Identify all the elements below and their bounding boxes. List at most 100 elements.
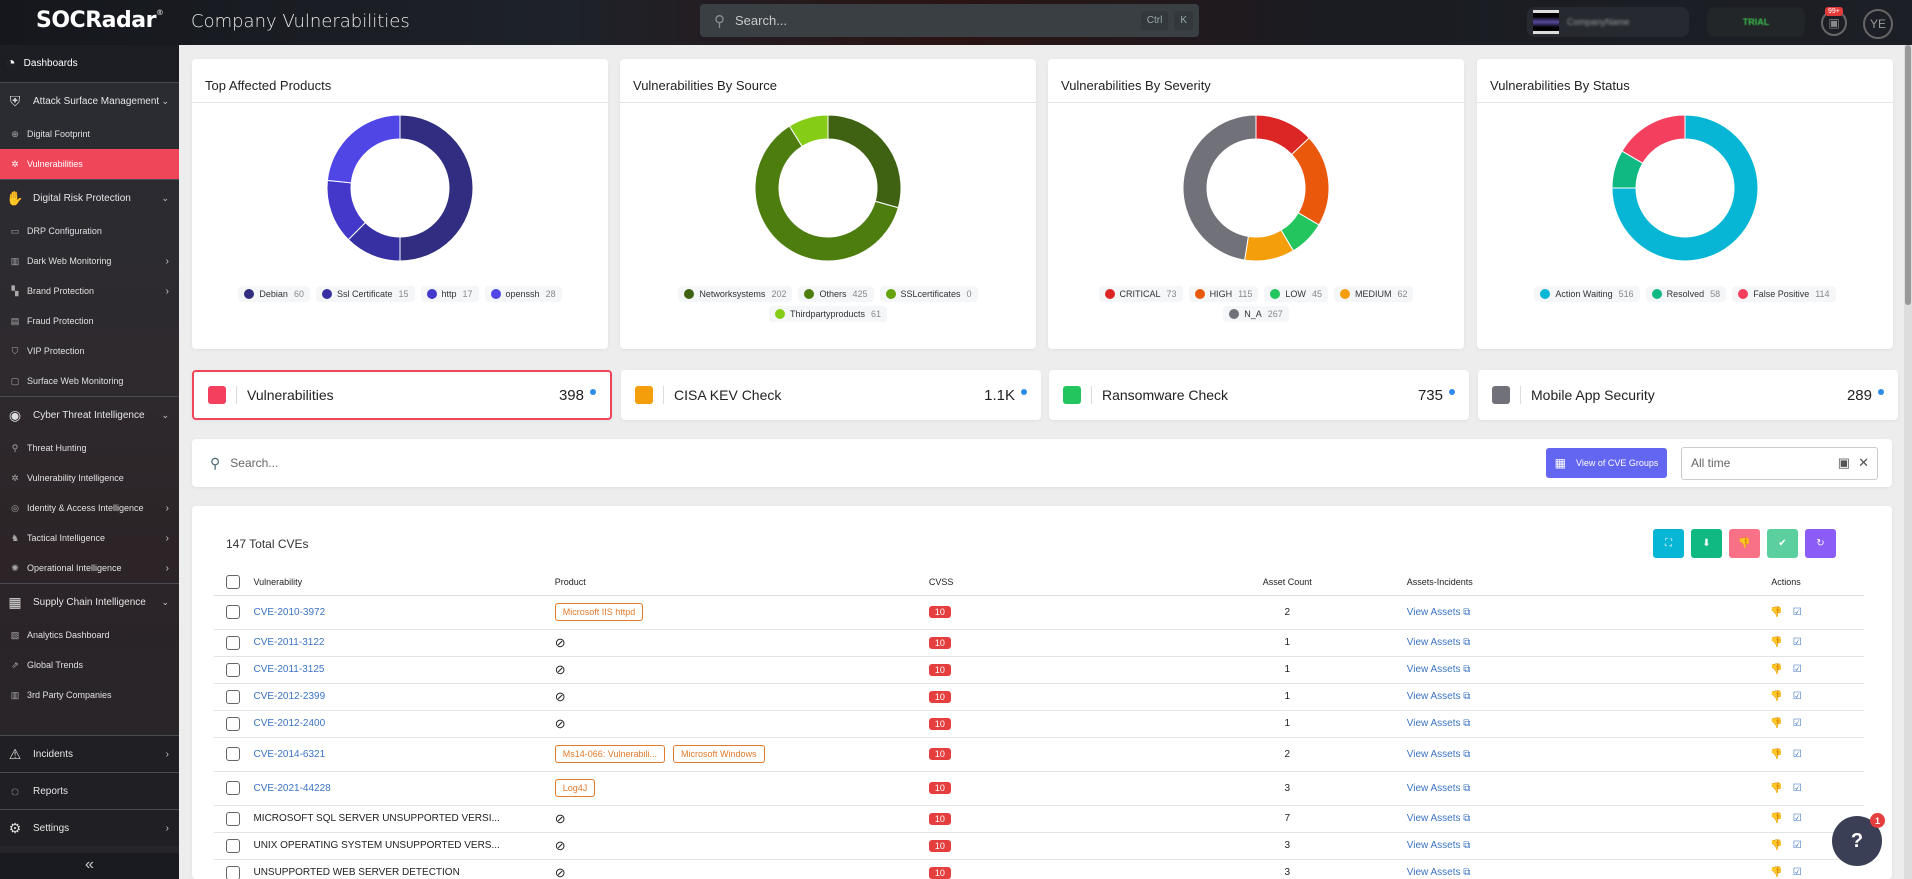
row-checkbox[interactable] [226,811,240,826]
info-dot-icon[interactable] [1021,389,1027,395]
false-positive-icon[interactable]: 👎 [1770,749,1782,760]
resolve-checkbox-icon[interactable]: ☑ [1793,783,1802,794]
sidebar-item-threat-hunting[interactable]: ⚲ Threat Hunting [0,433,179,463]
donut-slice-debian[interactable] [399,114,474,262]
download-button[interactable]: ⬇ [1691,529,1722,558]
sidebar-item-digital-footprint[interactable]: ⊕ Digital Footprint [0,119,179,149]
row-checkbox[interactable] [226,689,240,704]
sidebar-collapse-button[interactable]: « [0,853,179,879]
vulnerability-id-link[interactable]: CVE-2012-2400 [253,718,325,729]
false-positive-icon[interactable]: 👎 [1770,637,1782,648]
false-positive-icon[interactable]: 👎 [1770,783,1782,794]
clear-date-icon[interactable]: ✕ [1858,455,1869,471]
resolve-checkbox-icon[interactable]: ☑ [1793,691,1802,702]
legend-item[interactable]: False Positive 114 [1732,286,1836,302]
view-assets-link[interactable]: View Assets ⧉ [1407,867,1471,878]
socradar-logo[interactable]: SOCRadar® [36,8,164,33]
false-positive-icon[interactable]: 👎 [1770,840,1782,851]
vulnerability-id-link[interactable]: CVE-2011-3125 [253,664,324,675]
false-positive-icon[interactable]: 👎 [1770,691,1782,702]
column-header-actions[interactable]: Actions [1708,569,1864,596]
sidebar-item-3rd-party-companies[interactable]: ▥ 3rd Party Companies [0,680,179,710]
view-cve-groups-button[interactable]: ▦ View of CVE Groups [1546,448,1667,478]
sidebar-item-settings[interactable]: ⚙ Settings › [0,809,179,846]
view-assets-link[interactable]: View Assets ⧉ [1407,637,1471,648]
calendar-icon[interactable]: ▣ [1838,455,1850,471]
product-badge[interactable]: Microsoft IIS httpd [554,603,644,621]
notifications-button[interactable]: ▣ 99+ [1821,7,1847,36]
resolve-button[interactable]: ✔ [1767,529,1798,558]
product-badge[interactable]: Microsoft Windows [673,745,765,763]
vulnerability-id-link[interactable]: CVE-2010-3972 [253,607,325,618]
vulnerability-id-link[interactable]: CVE-2021-44228 [253,783,330,794]
sidebar-item-identity-access-intelligence[interactable]: ◎ Identity & Access Intelligence › [0,493,179,523]
product-badge[interactable]: Log4J [554,779,596,797]
donut-slice-n-a[interactable] [1182,114,1257,261]
donut-slice-high[interactable] [1290,137,1330,226]
legend-item[interactable]: N_A 267 [1223,306,1289,322]
legend-item[interactable]: Others 425 [798,286,874,302]
sidebar-item-dark-web-monitoring[interactable]: ▥ Dark Web Monitoring › [0,246,179,276]
view-assets-link[interactable]: View Assets ⧉ [1407,607,1471,618]
legend-item[interactable]: Debian 60 [238,286,310,302]
legend-item[interactable]: MEDIUM 62 [1333,286,1414,302]
row-checkbox[interactable] [226,716,240,731]
vulnerability-id-link[interactable]: CVE-2012-2399 [253,691,325,702]
resolve-checkbox-icon[interactable]: ☑ [1793,664,1802,675]
sidebar-section-digital-risk-protection[interactable]: ✋ Digital Risk Protection ⌄ [0,179,179,216]
false-positive-icon[interactable]: 👎 [1770,867,1782,878]
resolve-checkbox-icon[interactable]: ☑ [1793,637,1802,648]
donut-slice-openssh[interactable] [326,114,401,184]
sidebar-item-brand-protection[interactable]: ▚ Brand Protection › [0,276,179,306]
false-positive-button[interactable]: 👎 [1729,529,1760,558]
legend-item[interactable]: Thirdpartyproducts 61 [768,306,888,322]
false-positive-icon[interactable]: 👎 [1770,813,1782,824]
sidebar-section-supply-chain-intelligence[interactable]: ▦ Supply Chain Intelligence ⌄ [0,583,179,620]
row-checkbox[interactable] [226,747,240,761]
date-range-picker[interactable]: All time ▣ ✕ [1681,446,1878,480]
global-search-input[interactable]: ⚲ Search... Ctrl K [700,4,1199,37]
legend-item[interactable]: LOW 45 [1264,286,1328,302]
legend-item[interactable]: Action Waiting 516 [1534,286,1640,302]
column-header-cvss[interactable]: CVSS [928,569,1168,596]
page-scrollbar[interactable] [1904,45,1912,879]
donut-slice-false-positive[interactable] [1621,114,1686,164]
view-assets-link[interactable]: View Assets ⧉ [1407,813,1471,824]
help-chat-button[interactable]: ? 1 [1832,813,1885,866]
resolve-checkbox-icon[interactable]: ☑ [1793,749,1802,760]
scrollbar-thumb[interactable] [1905,45,1911,305]
sidebar-item-fraud-protection[interactable]: ▤ Fraud Protection [0,306,179,336]
info-dot-icon[interactable] [1878,389,1884,395]
sidebar-item-reports[interactable]: ◌ Reports [0,772,179,809]
legend-item[interactable]: openssh 28 [484,286,562,302]
resolve-checkbox-icon[interactable]: ☑ [1793,607,1802,618]
vulnerability-id-link[interactable]: CVE-2011-3122 [253,637,324,648]
legend-item[interactable]: SSLcertificates 0 [879,286,978,302]
view-assets-link[interactable]: View Assets ⧉ [1407,718,1471,729]
resolve-checkbox-icon[interactable]: ☑ [1793,840,1802,851]
view-assets-link[interactable]: View Assets ⧉ [1407,783,1471,794]
stat-card-ransomware-check[interactable]: Ransomware Check 735 [1049,370,1469,420]
info-dot-icon[interactable] [1449,389,1455,395]
legend-item[interactable]: Networksystems 202 [678,286,793,302]
sidebar-section-cyber-threat-intelligence[interactable]: ◉ Cyber Threat Intelligence ⌄ [0,396,179,433]
trial-badge[interactable]: TRIAL [1707,7,1805,37]
sidebar-item-vip-protection[interactable]: ⛉ VIP Protection [0,336,179,366]
sidebar-section-attack-surface-management[interactable]: ⛨ Attack Surface Management ⌄ [0,82,179,119]
false-positive-icon[interactable]: 👎 [1770,607,1782,618]
row-checkbox[interactable] [226,635,240,650]
view-assets-link[interactable]: View Assets ⧉ [1407,664,1471,675]
resolve-checkbox-icon[interactable]: ☑ [1793,718,1802,729]
false-positive-icon[interactable]: 👎 [1770,718,1782,729]
resolve-checkbox-icon[interactable]: ☑ [1793,813,1802,824]
resolve-checkbox-icon[interactable]: ☑ [1793,867,1802,878]
sidebar-item-dashboards[interactable]: ◔ Dashboards [0,45,179,82]
row-checkbox[interactable] [226,838,240,853]
user-avatar[interactable]: YE [1863,9,1893,39]
sidebar-item-analytics-dashboard[interactable]: ▧ Analytics Dashboard [0,620,179,650]
donut-slice-networksystems[interactable] [827,114,902,209]
view-assets-link[interactable]: View Assets ⧉ [1407,691,1471,702]
column-header-assets-incidents[interactable]: Assets-Incidents [1406,569,1709,596]
vulnerability-id-link[interactable]: CVE-2014-6321 [253,749,325,760]
view-assets-link[interactable]: View Assets ⧉ [1407,749,1471,760]
